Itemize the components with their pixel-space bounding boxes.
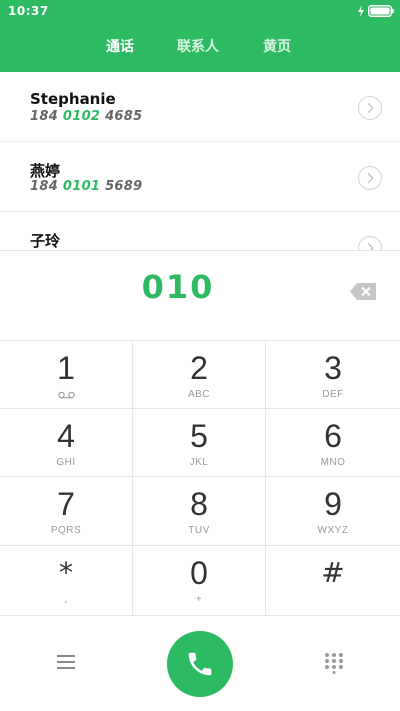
contact-name: 子玲 (30, 232, 61, 250)
number-match: 0101 (62, 179, 101, 194)
key-0[interactable]: 0 + (133, 546, 266, 616)
battery-icon (368, 5, 394, 17)
number-suffix: 4685 (100, 109, 143, 124)
key-star[interactable]: * , (0, 546, 133, 616)
status-bar: 10:37 (0, 0, 400, 22)
key-digit: 8 (190, 486, 208, 522)
bottom-bar (0, 616, 400, 711)
key-digit: 2 (190, 350, 208, 386)
key-letters: ABC (187, 389, 211, 400)
dial-entry: 010 (0, 250, 400, 341)
key-hash[interactable]: # (266, 546, 400, 616)
key-letters: WXYZ (317, 525, 349, 536)
key-4[interactable]: 4 GHI (0, 409, 133, 477)
key-digit: 6 (324, 418, 342, 454)
key-7[interactable]: 7 PQRS (0, 477, 133, 546)
contact-name: Stephanie (30, 90, 116, 108)
chevron-right-icon[interactable] (358, 166, 382, 190)
chevron-right-icon[interactable] (358, 96, 382, 120)
key-symbol: * (59, 556, 73, 589)
chevron-right-icon[interactable] (358, 236, 382, 250)
key-letters: MNO (320, 457, 346, 468)
list-item[interactable]: 燕婷 184 0101 5689 (0, 142, 400, 212)
voicemail-icon (58, 391, 75, 399)
app-header: 10:37 通话 联系人 黄页 (0, 0, 400, 72)
tab-yellow-pages[interactable]: 黄页 (263, 36, 291, 56)
tab-bar: 通话 联系人 黄页 (0, 36, 400, 60)
search-results-list: Stephanie 184 0102 4685 燕婷 184 0101 5689… (0, 72, 400, 250)
number-prefix: 184 (30, 179, 63, 194)
key-8[interactable]: 8 TUV (133, 477, 266, 546)
key-digit: 4 (57, 418, 75, 454)
key-letters: JKL (189, 457, 209, 468)
key-symbol: # (321, 556, 345, 589)
dialpad-icon[interactable] (324, 652, 344, 674)
status-time: 10:37 (8, 4, 49, 18)
key-2[interactable]: 2 ABC (133, 341, 266, 409)
key-digit: 5 (190, 418, 208, 454)
tab-calls[interactable]: 通话 (106, 36, 134, 56)
charging-icon (358, 5, 364, 17)
list-item[interactable]: 子玲 (0, 212, 400, 250)
phone-icon (188, 652, 212, 676)
contact-name: 燕婷 (30, 162, 61, 180)
key-letters: GHI (56, 457, 76, 468)
key-digit: 3 (324, 350, 342, 386)
key-6[interactable]: 6 MNO (266, 409, 400, 477)
list-item[interactable]: Stephanie 184 0102 4685 (0, 72, 400, 142)
menu-icon[interactable] (57, 654, 75, 670)
key-letters: TUV (188, 525, 210, 536)
key-digit: 1 (57, 350, 75, 386)
tab-contacts[interactable]: 联系人 (177, 36, 219, 56)
key-letters: + (195, 594, 203, 605)
dial-keypad: 1 2 ABC 3 DEF 4 GHI 5 JKL 6 MNO 7 PQRS 8… (0, 341, 400, 616)
contact-number: 184 0102 4685 (30, 109, 142, 124)
key-9[interactable]: 9 WXYZ (266, 477, 400, 546)
number-suffix: 5689 (100, 179, 143, 194)
call-button[interactable] (167, 631, 233, 697)
key-5[interactable]: 5 JKL (133, 409, 266, 477)
key-digit: 7 (57, 486, 75, 522)
key-letters: PQRS (50, 525, 82, 536)
key-3[interactable]: 3 DEF (266, 341, 400, 409)
key-digit: 9 (324, 486, 342, 522)
backspace-icon[interactable] (350, 283, 376, 300)
number-prefix: 184 (30, 109, 63, 124)
key-1[interactable]: 1 (0, 341, 133, 409)
key-digit: 0 (190, 555, 208, 591)
entered-number: 010 (141, 268, 215, 306)
key-letters: , (64, 594, 68, 605)
key-letters: DEF (322, 389, 344, 400)
contact-number: 184 0101 5689 (30, 179, 142, 194)
number-match: 0102 (62, 109, 101, 124)
